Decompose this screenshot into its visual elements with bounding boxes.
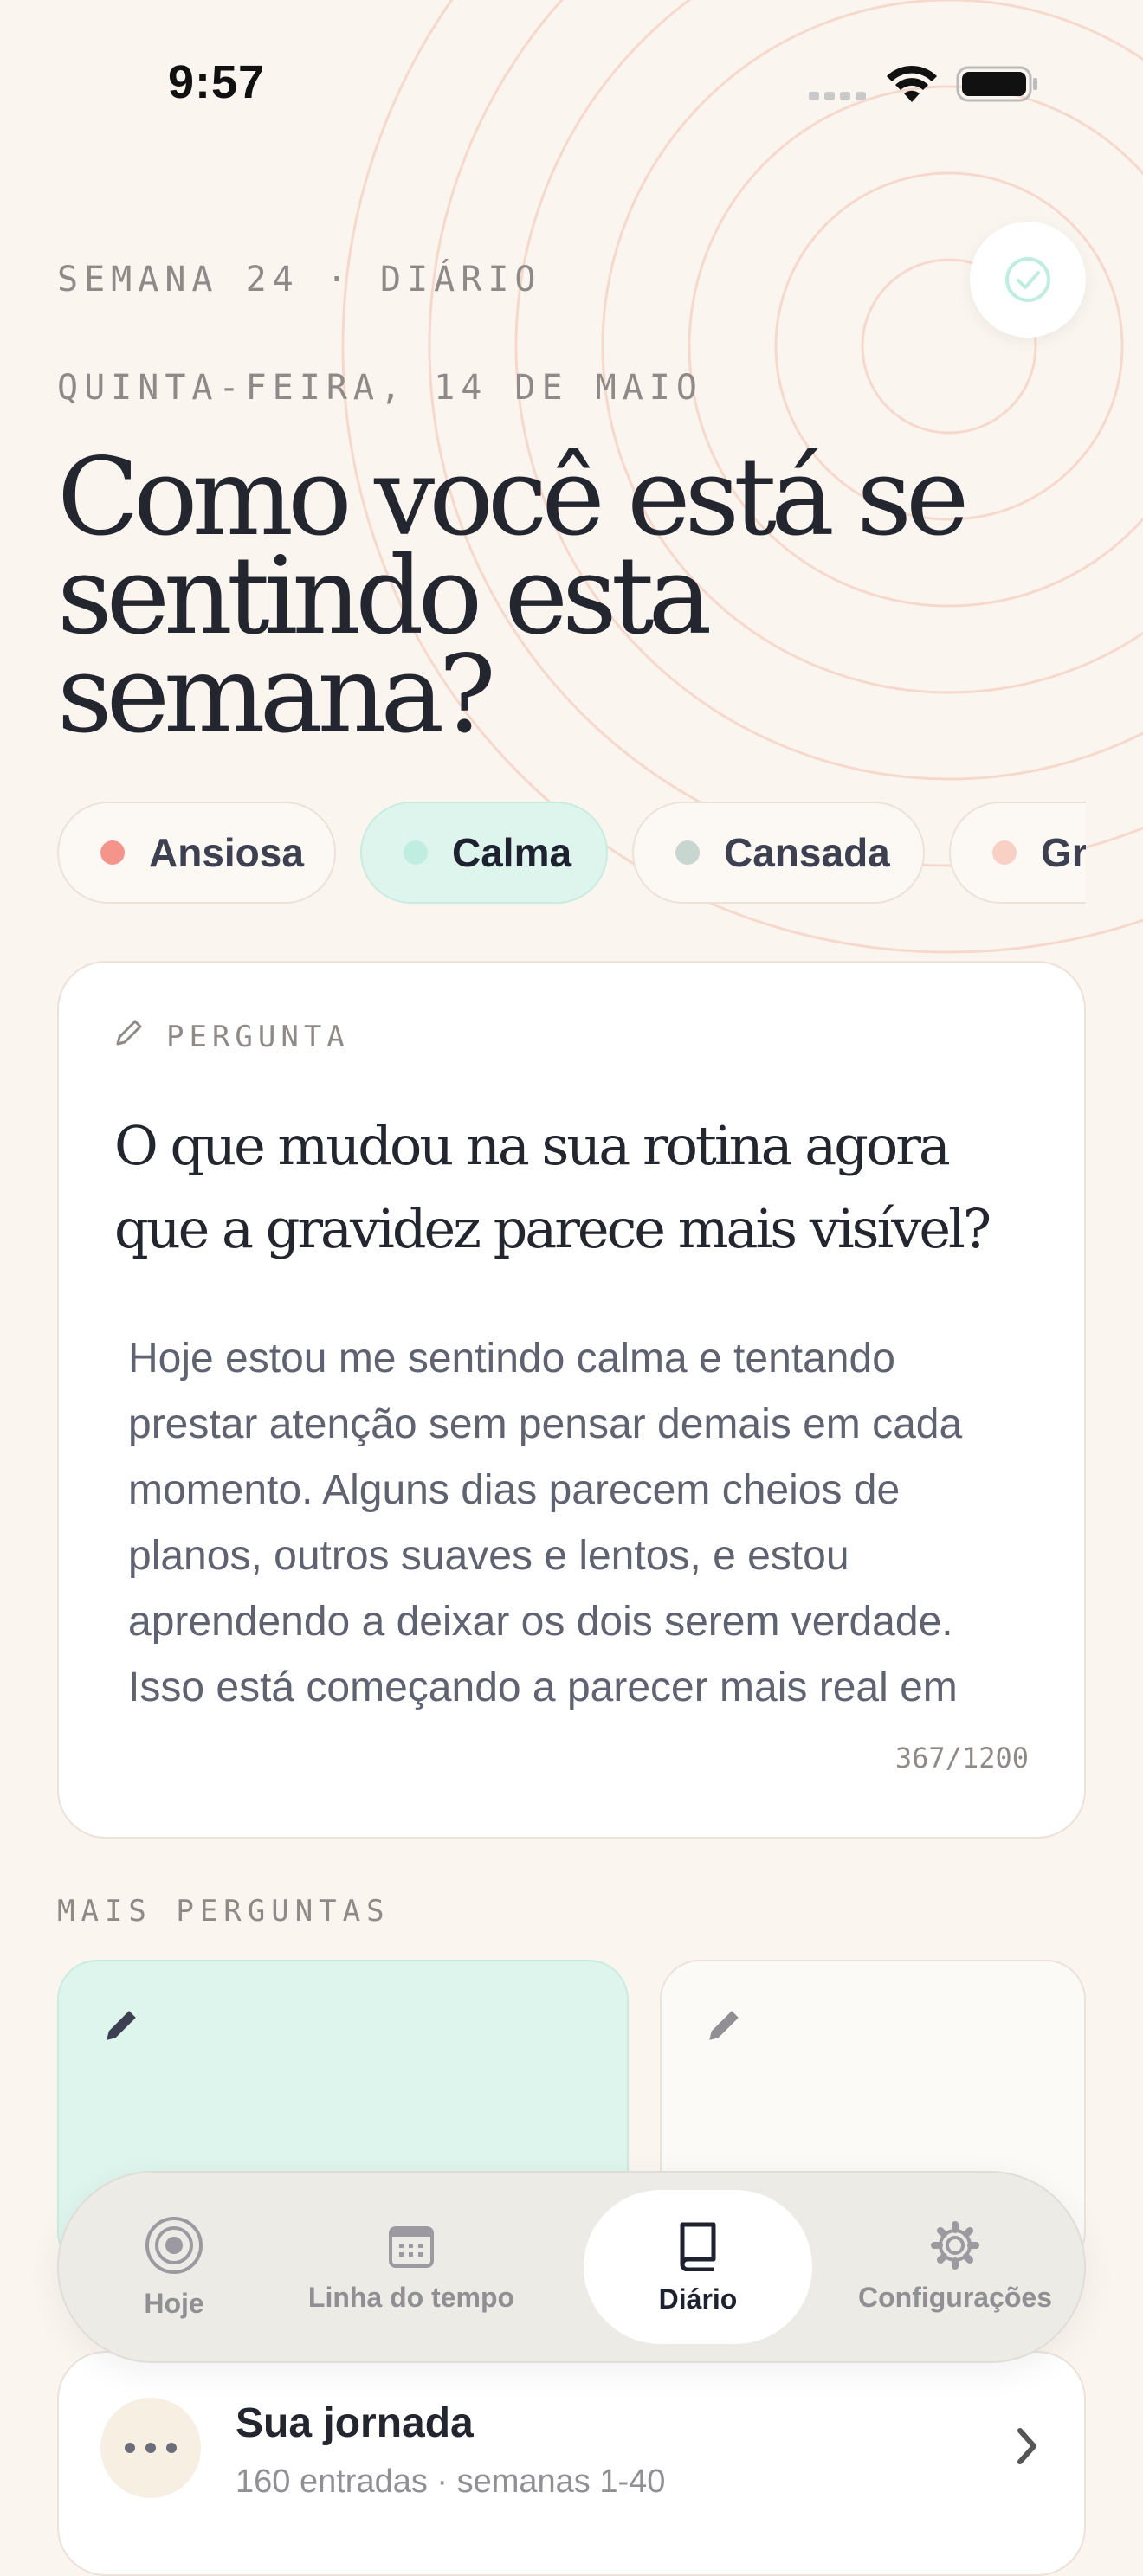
journal-entry-textarea[interactable]: Hoje estou me sentindo calma e tentando … (128, 1326, 1029, 1802)
pencil-icon (107, 2011, 136, 2040)
mood-dot (100, 840, 125, 865)
tab-diario[interactable]: Diário (584, 2190, 812, 2344)
mood-chip-calma[interactable]: Calma (360, 802, 608, 904)
check-circle-icon (1005, 257, 1050, 302)
cellular-signal-icon (809, 92, 866, 100)
battery-icon (956, 66, 1037, 102)
tab-linha-do-tempo[interactable]: Linha do tempo (275, 2190, 547, 2344)
status-time: 9:57 (168, 56, 266, 108)
character-counter: 367/1200 (894, 1742, 1029, 1774)
mood-chip-grata[interactable]: Grata (949, 802, 1086, 904)
prompt-label: PERGUNTA (166, 1020, 350, 1054)
mood-chip-row: Ansiosa Calma Cansada Grata (57, 802, 1086, 907)
radar-icon (145, 2216, 203, 2274)
date-label: QUINTA-FEIRA, 14 DE MAIO (57, 368, 703, 408)
mood-dot (992, 840, 1017, 865)
prompt-card: PERGUNTA O que mudou na sua rotina agora… (57, 961, 1086, 1839)
mood-dot (675, 840, 700, 865)
pencil-icon (116, 1020, 142, 1046)
more-icon (100, 2398, 201, 2498)
more-questions-label: MAIS PERGUNTAS (57, 1894, 391, 1929)
week-label: SEMANA 24 · DIÁRIO (57, 260, 542, 299)
book-icon (680, 2222, 716, 2271)
journey-card[interactable]: Sua jornada 160 entradas · semanas 1-40 (57, 2351, 1086, 2576)
page-title: Como você está se sentindo esta semana? (57, 435, 969, 757)
chevron-right-icon (1017, 2428, 1036, 2464)
gear-icon (931, 2220, 979, 2270)
pencil-icon (709, 2011, 739, 2040)
mood-chip-cansada[interactable]: Cansada (632, 802, 925, 904)
tab-configuracoes[interactable]: Configurações (838, 2190, 1072, 2344)
calendar-icon (389, 2225, 434, 2268)
tab-bar: Hoje Linha do tempo Diário Configurações (57, 2171, 1086, 2363)
journey-title: Sua jornada (236, 2400, 474, 2446)
mood-dot (404, 840, 428, 865)
done-button[interactable] (970, 222, 1086, 338)
tab-hoje[interactable]: Hoje (76, 2190, 272, 2344)
wifi-icon (887, 65, 937, 102)
mood-chip-ansiosa[interactable]: Ansiosa (57, 802, 336, 904)
prompt-question: O que mudou na sua rotina agora que a gr… (114, 1114, 991, 1260)
